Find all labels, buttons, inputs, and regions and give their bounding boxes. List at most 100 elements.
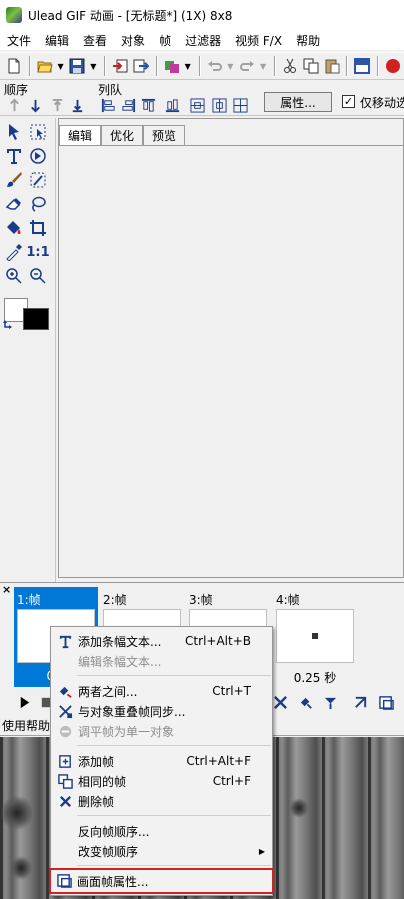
undo-dropdown-icon[interactable]: ▼ xyxy=(225,56,235,76)
menu-help[interactable]: 帮助 xyxy=(289,32,327,49)
menu-item-add-banner-text[interactable]: 添加条幅文本... Ctrl+Alt+B xyxy=(52,631,271,651)
bring-front-icon[interactable] xyxy=(5,96,23,114)
send-back-icon[interactable] xyxy=(68,96,86,114)
menu-item-sync-overlap[interactable]: 与对象重叠帧同步... xyxy=(52,701,271,721)
send-backward-icon[interactable] xyxy=(26,96,44,114)
save-dropdown-icon[interactable]: ▼ xyxy=(88,56,98,76)
align-left-icon[interactable] xyxy=(99,96,117,114)
menu-filter[interactable]: 过滤器 xyxy=(178,32,228,49)
marquee-tool-icon[interactable] xyxy=(27,121,49,143)
frame-label: 4:帧 xyxy=(276,593,300,607)
add-frame-icon xyxy=(57,753,73,769)
tab-edit[interactable]: 编辑 xyxy=(59,125,102,145)
tab-optimize[interactable]: 优化 xyxy=(101,125,144,145)
foreground-color-swatch[interactable] xyxy=(23,308,49,330)
menu-item-delete-frame[interactable]: 删除帧 xyxy=(52,791,271,811)
menu-item-label: 两者之间... xyxy=(78,684,138,699)
menu-item-duplicate-frame[interactable]: 相同的帧 Ctrl+F xyxy=(52,771,271,791)
copy-icon[interactable] xyxy=(301,56,321,76)
transform-tool-icon[interactable] xyxy=(27,145,49,167)
delete-frame-icon xyxy=(57,793,73,809)
wood-knot xyxy=(10,855,32,881)
new-icon[interactable] xyxy=(4,56,24,76)
actual-size-icon[interactable]: 1:1 xyxy=(26,241,49,263)
align-right-icon[interactable] xyxy=(119,96,137,114)
menu-item-label: 调平帧为单一对象 xyxy=(78,724,175,739)
lasso-tool-icon[interactable] xyxy=(27,193,49,215)
menu-item-label: 改变帧顺序 xyxy=(78,844,139,859)
frame-label: 2:帧 xyxy=(103,593,127,607)
export-icon[interactable] xyxy=(131,56,151,76)
menu-view[interactable]: 查看 xyxy=(76,32,114,49)
crop-tool-icon[interactable] xyxy=(27,217,49,239)
cut-icon[interactable] xyxy=(280,56,300,76)
paste-icon[interactable] xyxy=(322,56,342,76)
tween-icon[interactable] xyxy=(296,692,316,712)
menu-edit[interactable]: 编辑 xyxy=(38,32,76,49)
menu-item-reverse-order[interactable]: 反向帧顺序... xyxy=(52,821,271,841)
fill-tool-icon[interactable] xyxy=(3,217,25,239)
canvas-area[interactable] xyxy=(59,145,403,577)
eraser-tool-icon[interactable] xyxy=(3,193,25,215)
optimize-icon[interactable] xyxy=(162,56,182,76)
open-dropdown-icon[interactable]: ▼ xyxy=(56,56,66,76)
text-tool-icon[interactable] xyxy=(3,145,25,167)
arrange-toolbar: 顺序 列队 属性... ✓ 仅移动选 xyxy=(0,80,404,116)
title-bar: Ulead GIF 动画 - [无标题*] (1X) 8x8 xyxy=(0,0,404,30)
center-horizontal-icon[interactable] xyxy=(210,96,228,114)
frame-icon[interactable] xyxy=(352,56,372,76)
wood-knot xyxy=(290,797,308,819)
bring-forward-icon[interactable] xyxy=(48,96,66,114)
toolbar-separator xyxy=(274,56,277,76)
swap-colors-icon[interactable] xyxy=(2,318,16,332)
menu-item-add-frame[interactable]: 添加帧 Ctrl+Alt+F xyxy=(52,751,271,771)
brush-tool-icon[interactable] xyxy=(3,169,25,191)
tool-panel: 1:1 xyxy=(0,118,56,582)
align-top-icon[interactable] xyxy=(139,96,157,114)
delete-frame-icon[interactable] xyxy=(270,692,290,712)
menu-video-fx[interactable]: 视频 F/X xyxy=(228,32,289,49)
tab-preview[interactable]: 预览 xyxy=(143,125,186,145)
sync-icon[interactable] xyxy=(320,692,340,712)
center-both-icon[interactable] xyxy=(231,96,249,114)
pointer-tool-icon[interactable] xyxy=(3,121,25,143)
undo-icon[interactable] xyxy=(205,56,225,76)
menu-item-tween[interactable]: 两者之间... Ctrl+T xyxy=(52,681,271,701)
only-move-checkbox[interactable]: ✓ xyxy=(342,95,355,108)
menu-item-shortcut: Ctrl+Alt+B xyxy=(185,634,251,648)
menu-separator xyxy=(77,745,271,746)
play-icon[interactable] xyxy=(14,692,34,712)
status-text: 使用帮助, xyxy=(2,719,54,733)
open-icon[interactable] xyxy=(35,56,55,76)
toolbar-separator xyxy=(28,56,31,76)
menu-item-change-order[interactable]: 改变帧顺序 ▶ xyxy=(52,841,271,861)
close-icon[interactable]: × xyxy=(2,583,11,596)
menu-item-flatten-frame[interactable]: 调平帧为单一对象 xyxy=(52,721,271,741)
menu-object[interactable]: 对象 xyxy=(114,32,152,49)
exit-icon[interactable] xyxy=(383,56,403,76)
menu-frame[interactable]: 帧 xyxy=(152,32,178,49)
save-icon[interactable] xyxy=(68,56,88,76)
redo-icon[interactable] xyxy=(237,56,257,76)
properties-button[interactable]: 属性... xyxy=(264,92,332,112)
redo-dropdown-icon[interactable]: ▼ xyxy=(258,56,268,76)
toolbar-separator xyxy=(198,56,201,76)
import-icon[interactable] xyxy=(110,56,130,76)
menu-item-label: 相同的帧 xyxy=(78,774,127,789)
magic-wand-tool-icon[interactable] xyxy=(27,169,49,191)
sync-icon xyxy=(57,703,73,719)
menu-file[interactable]: 文件 xyxy=(0,32,38,49)
menu-item-frame-properties[interactable]: 画面帧属性... xyxy=(49,868,274,894)
center-vertical-icon[interactable] xyxy=(188,96,206,114)
frame-properties-icon[interactable] xyxy=(376,692,396,712)
zoom-in-icon[interactable] xyxy=(3,265,25,287)
eyedropper-tool-icon[interactable] xyxy=(3,241,25,263)
frame-properties-icon xyxy=(56,872,72,888)
zoom-out-icon[interactable] xyxy=(27,265,49,287)
optimize-dropdown-icon[interactable]: ▼ xyxy=(183,56,193,76)
align-bottom-icon[interactable] xyxy=(163,96,181,114)
frame-thumbnail[interactable]: 4:帧 0.25 秒 xyxy=(273,587,357,687)
reverse-order-icon[interactable] xyxy=(350,692,370,712)
menu-item-edit-banner-text[interactable]: 编辑条幅文本... xyxy=(52,651,271,671)
toolbar-separator xyxy=(155,56,158,76)
